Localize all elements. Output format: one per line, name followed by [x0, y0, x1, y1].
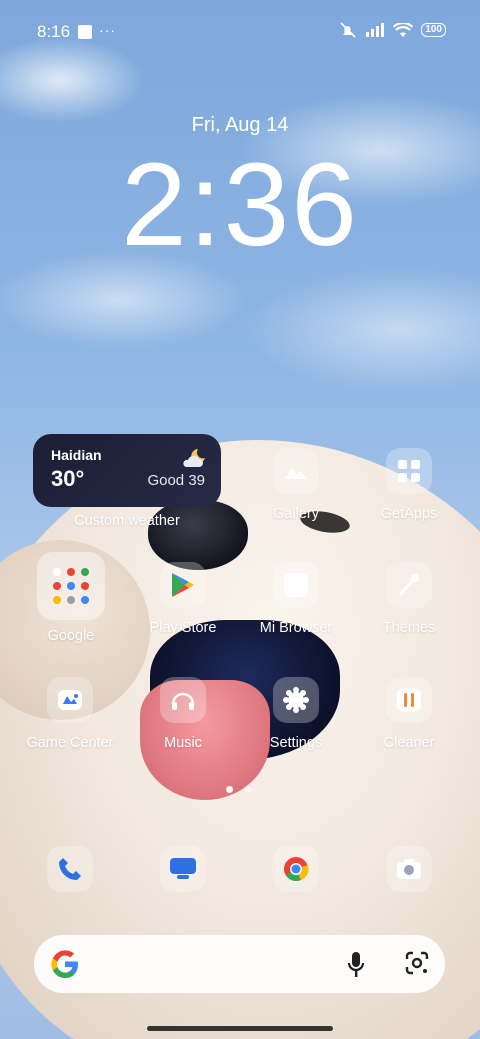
notification-icon [78, 25, 92, 39]
phone-icon [47, 846, 93, 892]
themes-brush-icon [386, 562, 432, 608]
page-dot [244, 786, 251, 793]
dock-messages[interactable] [128, 846, 238, 892]
app-label: GetApps [380, 506, 438, 522]
weather-city: Haidian [51, 447, 102, 463]
app-themes[interactable]: Themes [354, 562, 464, 636]
app-label: Mi Browser [259, 620, 333, 636]
messages-icon [160, 846, 206, 892]
weather-temperature: 30° [51, 466, 85, 491]
app-label: Cleaner [383, 735, 435, 751]
weather-widget[interactable]: Haidian 30° Good 39 [33, 434, 221, 507]
app-label: Play Store [149, 620, 217, 636]
camera-icon [386, 846, 432, 892]
app-cleaner[interactable]: Cleaner [354, 677, 464, 751]
weather-widget-label: Custom weather [74, 513, 180, 529]
signal-icon [366, 23, 385, 37]
app-game-center[interactable]: Game Center [15, 677, 125, 751]
app-mi-browser[interactable]: Mi Browser [241, 562, 351, 636]
app-label: Music [164, 735, 202, 751]
game-center-icon [47, 677, 93, 723]
app-play-store[interactable]: Play Store [128, 562, 238, 636]
wifi-icon [393, 22, 414, 37]
app-label: Themes [382, 620, 436, 636]
cleaner-icon [386, 677, 432, 723]
lockscreen-date: Fri, Aug 14 [191, 114, 289, 136]
mi-browser-icon [273, 562, 319, 608]
app-settings[interactable]: Settings [241, 677, 351, 751]
getapps-icon [386, 448, 432, 494]
app-getapps[interactable]: GetApps [354, 448, 464, 522]
app-label: Gallery [273, 506, 319, 522]
app-label: Game Center [26, 735, 114, 751]
app-music[interactable]: Music [128, 677, 238, 751]
chrome-icon [273, 846, 319, 892]
gesture-navigation-bar[interactable] [147, 1026, 333, 1031]
partly-cloudy-night-icon [183, 449, 205, 467]
app-gallery[interactable]: Gallery [241, 448, 351, 522]
gear-icon [273, 677, 319, 723]
page-indicator[interactable] [226, 786, 251, 793]
app-label: Settings [269, 735, 323, 751]
dock-chrome[interactable] [241, 846, 351, 892]
gallery-icon [273, 448, 319, 494]
battery-icon: 100 [421, 23, 446, 37]
page-dot-active [226, 786, 233, 793]
google-search-bar[interactable] [34, 935, 445, 993]
app-google-folder[interactable]: Google [16, 552, 126, 644]
headphones-icon [160, 677, 206, 723]
play-store-icon [160, 562, 206, 608]
dock-phone[interactable] [15, 846, 125, 892]
more-notifications-icon: ··· [99, 22, 116, 38]
weather-widget-label-wrap: Custom weather [72, 511, 182, 529]
google-folder-icon [37, 552, 105, 620]
status-bar[interactable]: 8:16 ··· 100 [0, 0, 480, 64]
mute-icon [340, 22, 356, 38]
status-time: 8:16 [37, 22, 71, 41]
google-logo-icon [51, 950, 78, 978]
app-label: Google [47, 628, 95, 644]
lockscreen-clock[interactable]: 2:36 [0, 140, 480, 270]
google-lens-icon[interactable] [404, 950, 430, 976]
dock-camera[interactable] [354, 846, 464, 892]
mic-icon[interactable] [346, 951, 366, 979]
weather-air-quality: Good 39 [147, 472, 205, 489]
